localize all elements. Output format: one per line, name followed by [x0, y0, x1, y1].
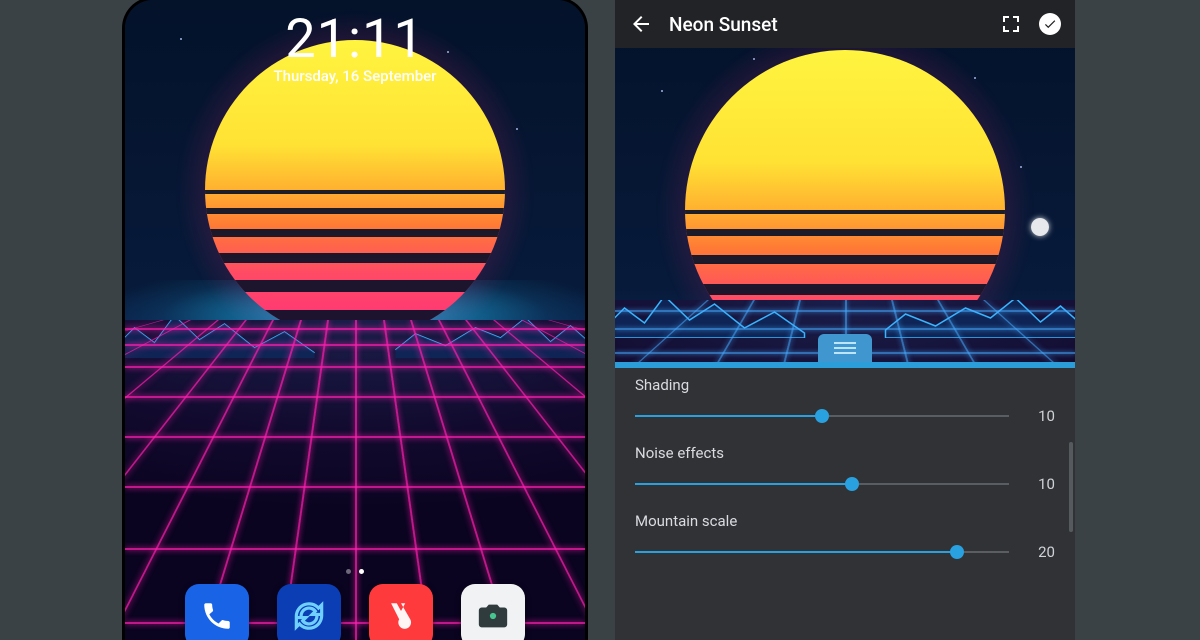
check-icon [1043, 17, 1057, 31]
camera-icon [476, 599, 510, 633]
settings-topbar: Neon Sunset [615, 0, 1075, 48]
apply-button[interactable] [1039, 13, 1061, 35]
phone-icon [200, 599, 234, 633]
setting-label: Mountain scale [635, 512, 1055, 530]
settings-title: Neon Sunset [669, 13, 983, 36]
preview-marker[interactable] [1031, 218, 1049, 236]
setting-label: Noise effects [635, 444, 1055, 462]
page-indicator [125, 569, 585, 574]
sheet-handle[interactable] [818, 334, 872, 362]
app-camera[interactable] [461, 584, 525, 640]
slider[interactable] [635, 472, 1009, 496]
slider[interactable] [635, 540, 1009, 564]
app-sync[interactable] [277, 584, 341, 640]
clock-date: Thursday, 16 September [125, 67, 585, 85]
sync-icon [290, 597, 328, 635]
fullscreen-icon[interactable] [999, 12, 1023, 36]
lockscreen-clock: 21:11 Thursday, 16 September [125, 8, 585, 85]
settings-sheet: Shading 10 Noise effects 10 Mountain scale 20 [615, 362, 1075, 640]
phone-lockscreen: 21:11 Thursday, 16 September [125, 0, 585, 640]
scrollbar[interactable] [1069, 442, 1073, 532]
setting-row-mountain-scale: Mountain scale 20 [635, 512, 1055, 564]
back-icon[interactable] [629, 12, 653, 36]
slider[interactable] [635, 404, 1009, 428]
setting-row-shading: Shading 10 [635, 376, 1055, 428]
page-dot [346, 569, 351, 574]
setting-label: Shading [635, 376, 1055, 394]
clock-time: 21:11 [125, 8, 585, 71]
page-dot-active [359, 569, 364, 574]
retro-sun [205, 40, 505, 340]
app-vivaldi[interactable] [369, 584, 433, 640]
dock [125, 584, 585, 640]
app-phone[interactable] [185, 584, 249, 640]
phone-settings: Neon Sunset Shading 10 Noise effects 10 Moun… [615, 0, 1075, 640]
slider-value: 10 [1027, 407, 1055, 425]
slider-value: 20 [1027, 543, 1055, 561]
sheet-accent [615, 362, 1075, 368]
vivaldi-icon [384, 599, 418, 633]
slider-value: 10 [1027, 475, 1055, 493]
setting-row-noise-effects: Noise effects 10 [635, 444, 1055, 496]
